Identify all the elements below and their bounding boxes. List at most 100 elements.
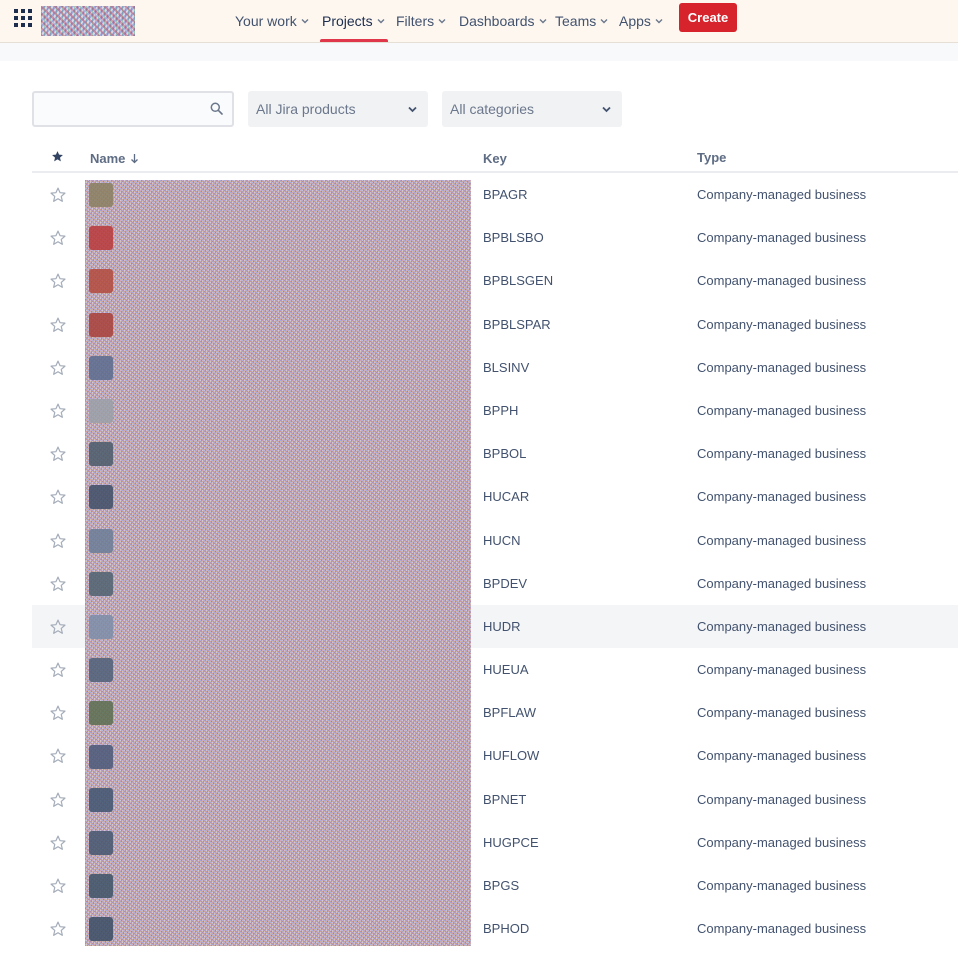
project-key[interactable]: HUFLOW	[483, 748, 539, 763]
star-icon[interactable]	[49, 359, 67, 377]
project-search-input[interactable]	[34, 93, 204, 125]
project-key[interactable]: HUGPCE	[483, 835, 539, 850]
create-button[interactable]: Create	[679, 3, 737, 32]
table-row[interactable]: BPFLAW Company-managed business	[32, 691, 958, 734]
table-row[interactable]: BPBOL Company-managed business	[32, 432, 958, 475]
star-icon[interactable]	[49, 661, 67, 679]
star-icon[interactable]	[49, 445, 67, 463]
star-icon[interactable]	[49, 186, 67, 204]
star-icon[interactable]	[49, 316, 67, 334]
project-type: Company-managed business	[697, 575, 867, 591]
table-row[interactable]: HUCN Company-managed business	[32, 519, 958, 562]
name-column-header[interactable]: Name	[90, 151, 139, 166]
chevron-down-icon	[600, 19, 608, 24]
star-icon[interactable]	[49, 229, 67, 247]
nav-label: Projects	[322, 13, 373, 29]
project-key[interactable]: BPFLAW	[483, 705, 536, 720]
project-key[interactable]: BPBLSBO	[483, 230, 544, 245]
table-row[interactable]: BPBLSGEN Company-managed business	[32, 259, 958, 302]
chevron-down-icon	[301, 19, 309, 24]
chevron-down-icon	[655, 19, 663, 24]
project-type: Company-managed business	[697, 446, 867, 462]
table-row[interactable]: HUEUA Company-managed business	[32, 648, 958, 691]
star-filled-icon	[52, 151, 63, 162]
star-icon[interactable]	[49, 575, 67, 593]
nav-dashboards[interactable]: Dashboards	[459, 0, 548, 42]
favourites-column-header[interactable]	[51, 150, 64, 163]
project-key[interactable]: BPNET	[483, 792, 526, 807]
table-row[interactable]: BPGS Company-managed business	[32, 864, 958, 907]
table-row[interactable]: BLSINV Company-managed business	[32, 346, 958, 389]
chevron-down-icon	[602, 106, 611, 113]
search-icon	[210, 102, 223, 115]
site-logo[interactable]	[41, 6, 135, 36]
project-key[interactable]: BPBLSPAR	[483, 317, 551, 332]
project-type: Company-managed business	[697, 921, 867, 937]
project-key[interactable]: HUDR	[483, 619, 521, 634]
project-key[interactable]: BPPH	[483, 403, 518, 418]
category-filter-select[interactable]: All categories	[442, 91, 622, 127]
star-icon[interactable]	[49, 920, 67, 938]
nav-apps[interactable]: Apps	[619, 0, 664, 42]
star-icon[interactable]	[49, 488, 67, 506]
chevron-down-icon	[377, 19, 385, 24]
project-key[interactable]: BLSINV	[483, 360, 529, 375]
type-column-header[interactable]: Type	[697, 150, 726, 165]
project-key[interactable]: BPBLSGEN	[483, 273, 553, 288]
table-row[interactable]: BPBLSPAR Company-managed business	[32, 303, 958, 346]
nav-filters[interactable]: Filters	[396, 0, 447, 42]
project-key[interactable]: HUCAR	[483, 489, 529, 504]
project-key[interactable]: HUCN	[483, 533, 521, 548]
table-row[interactable]: HUGPCE Company-managed business	[32, 821, 958, 864]
project-type: Company-managed business	[697, 359, 867, 375]
project-search-box	[32, 91, 234, 127]
project-key[interactable]: BPBOL	[483, 446, 526, 461]
nav-teams[interactable]: Teams	[555, 0, 609, 42]
product-filter-value: All Jira products	[256, 101, 356, 117]
key-column-header[interactable]: Key	[483, 151, 507, 166]
table-row[interactable]: BPDEV Company-managed business	[32, 562, 958, 605]
page-header-band	[0, 43, 958, 61]
nav-label: Your work	[235, 13, 297, 29]
table-row[interactable]: BPAGR Company-managed business	[32, 173, 958, 216]
key-header-label: Key	[483, 151, 507, 166]
product-filter-select[interactable]: All Jira products	[248, 91, 428, 127]
project-type: Company-managed business	[697, 618, 867, 634]
nav-label: Dashboards	[459, 13, 535, 29]
app-switcher-grid-icon[interactable]	[14, 9, 32, 27]
project-type: Company-managed business	[697, 532, 867, 548]
table-row[interactable]: BPBLSBO Company-managed business	[32, 216, 958, 259]
project-type: Company-managed business	[697, 489, 867, 505]
nav-label: Apps	[619, 13, 651, 29]
table-row[interactable]: BPPH Company-managed business	[32, 389, 958, 432]
project-key[interactable]: HUEUA	[483, 662, 529, 677]
type-header-label: Type	[697, 150, 727, 165]
table-header: Name Key Type	[32, 142, 958, 173]
project-key[interactable]: BPGS	[483, 878, 519, 893]
project-key[interactable]: BPDEV	[483, 576, 527, 591]
project-type: Company-managed business	[697, 705, 867, 721]
table-row[interactable]: HUCAR Company-managed business	[32, 475, 958, 518]
top-navigation: Your work Projects Filters Dashboards Te…	[0, 0, 958, 43]
category-filter-value: All categories	[450, 101, 535, 117]
project-key[interactable]: BPHOD	[483, 921, 529, 936]
star-icon[interactable]	[49, 402, 67, 420]
nav-label: Filters	[396, 13, 435, 29]
table-row[interactable]: BPHOD Company-managed business	[32, 907, 958, 950]
table-row[interactable]: BPNET Company-managed business	[32, 778, 958, 821]
project-type: Company-managed business	[697, 316, 867, 332]
star-icon[interactable]	[49, 791, 67, 809]
star-icon[interactable]	[49, 272, 67, 290]
table-row[interactable]: HUFLOW Company-managed business	[32, 734, 958, 777]
star-icon[interactable]	[49, 747, 67, 765]
star-icon[interactable]	[49, 532, 67, 550]
table-row[interactable]: HUDR Company-managed business	[32, 604, 958, 649]
star-icon[interactable]	[49, 834, 67, 852]
nav-your-work[interactable]: Your work	[235, 0, 310, 42]
star-icon[interactable]	[49, 877, 67, 895]
table-body: BPAGR Company-managed business BPBLSBO Comp…	[32, 173, 958, 950]
nav-projects[interactable]: Projects	[320, 0, 388, 42]
star-icon[interactable]	[49, 618, 67, 636]
project-key[interactable]: BPAGR	[483, 187, 528, 202]
star-icon[interactable]	[49, 704, 67, 722]
